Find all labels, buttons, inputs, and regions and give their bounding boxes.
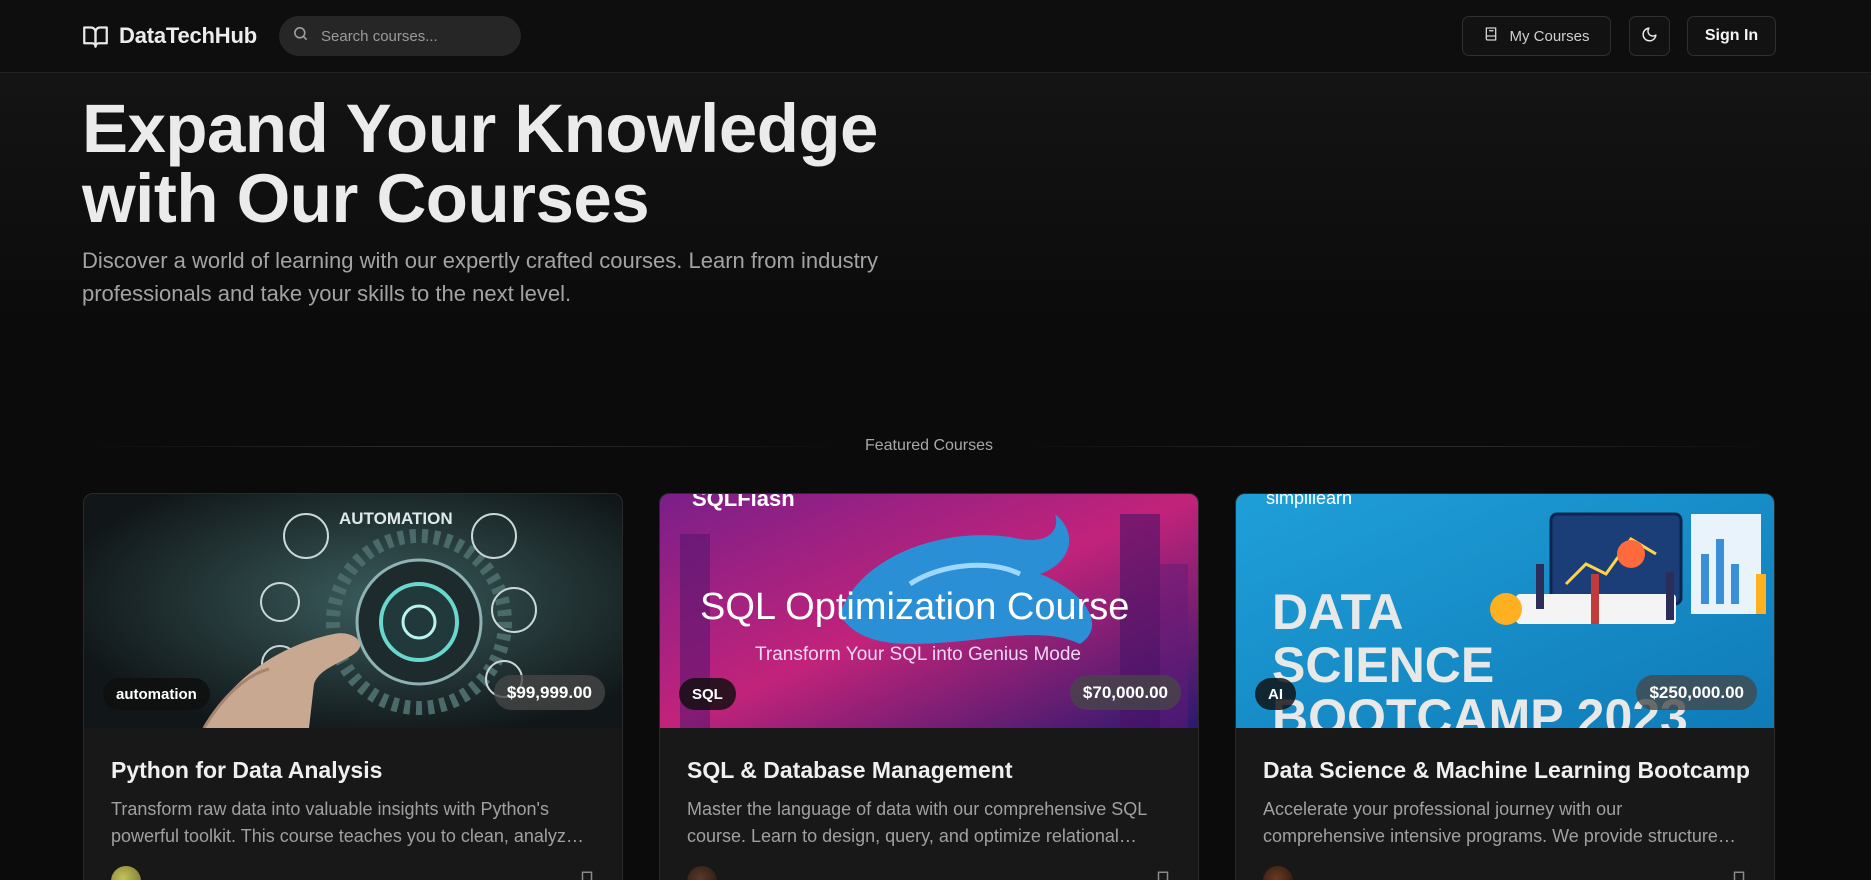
course-tag: AI xyxy=(1255,678,1296,710)
hero-subtitle: Discover a world of learning with our ex… xyxy=(82,248,879,306)
course-description: Transform raw data into valuable insight… xyxy=(111,799,581,846)
divider-line-right xyxy=(1013,445,1776,447)
moon-icon xyxy=(1641,26,1658,46)
image-text-bootcamp: BOOTCAMP 2023 xyxy=(1272,689,1688,728)
course-image-data-science-bootcamp: simplilearn DATA SCIENCE BOOTCAMP 2023 A… xyxy=(1236,494,1774,728)
book-icon xyxy=(1483,26,1499,46)
course-price: $70,000.00 xyxy=(1069,675,1181,710)
hero-title: Expand Your Knowledge with Our Courses xyxy=(82,94,982,234)
bookmark-icon[interactable] xyxy=(578,870,596,880)
course-description: Master the language of data with our com… xyxy=(687,799,1147,846)
bookmark-icon[interactable] xyxy=(1730,870,1748,880)
featured-courses-divider: Featured Courses xyxy=(82,432,1776,460)
top-navbar: DataTechHub My Courses Sign In xyxy=(0,0,1871,73)
image-text-automation: AUTOMATION xyxy=(339,509,453,528)
course-title[interactable]: SQL & Database Management xyxy=(687,757,1013,784)
search-icon xyxy=(292,25,309,47)
course-tag: automation xyxy=(103,678,210,710)
instructor-avatar xyxy=(1263,866,1293,880)
brand-logo-link[interactable]: DataTechHub xyxy=(82,22,257,50)
brand-name: DataTechHub xyxy=(119,23,257,48)
course-card-sql[interactable]: SQLFlash SQL Optimization Course Transfo… xyxy=(659,493,1199,880)
course-title[interactable]: Python for Data Analysis xyxy=(111,757,382,784)
instructor-avatar xyxy=(111,866,141,880)
image-text-science: SCIENCE xyxy=(1272,637,1494,693)
course-price: $99,999.00 xyxy=(493,675,605,710)
my-courses-button[interactable]: My Courses xyxy=(1462,16,1611,56)
course-image-sql-optimization: SQLFlash SQL Optimization Course Transfo… xyxy=(660,494,1198,728)
instructor-avatar xyxy=(687,866,717,880)
image-brand-simplilearn: simplilearn xyxy=(1266,494,1352,508)
image-text-data: DATA xyxy=(1272,584,1403,640)
bookmark-icon[interactable] xyxy=(1154,870,1172,880)
sign-in-button[interactable]: Sign In xyxy=(1687,16,1776,56)
image-title-sql: SQL Optimization Course xyxy=(700,586,1129,628)
course-card-data-science[interactable]: simplilearn DATA SCIENCE BOOTCAMP 2023 A… xyxy=(1235,493,1775,880)
course-tag: SQL xyxy=(679,678,736,710)
image-brand-sqlflash: SQLFlash xyxy=(692,494,795,511)
course-image-automation: AUTOMATION automation $99,999.00 xyxy=(84,494,622,728)
search-input[interactable] xyxy=(321,27,501,45)
course-card-python[interactable]: AUTOMATION automation $99,999.00 Python … xyxy=(83,493,623,880)
course-title[interactable]: Data Science & Machine Learning Bootcamp xyxy=(1263,757,1750,784)
image-subtitle-sql: Transform Your SQL into Genius Mode xyxy=(755,644,1081,665)
hero-title-line-2: with Our Courses xyxy=(82,160,650,237)
search-bar[interactable] xyxy=(279,16,521,56)
featured-courses-heading: Featured Courses xyxy=(864,437,994,454)
course-price: $250,000.00 xyxy=(1636,675,1757,710)
hero-title-line-1: Expand Your Knowledge xyxy=(82,90,878,167)
my-courses-label: My Courses xyxy=(1509,27,1590,45)
open-book-icon xyxy=(82,23,109,50)
course-description: Accelerate your professional journey wit… xyxy=(1263,799,1733,846)
divider-line-left xyxy=(82,445,845,447)
theme-toggle-button[interactable] xyxy=(1629,16,1670,56)
